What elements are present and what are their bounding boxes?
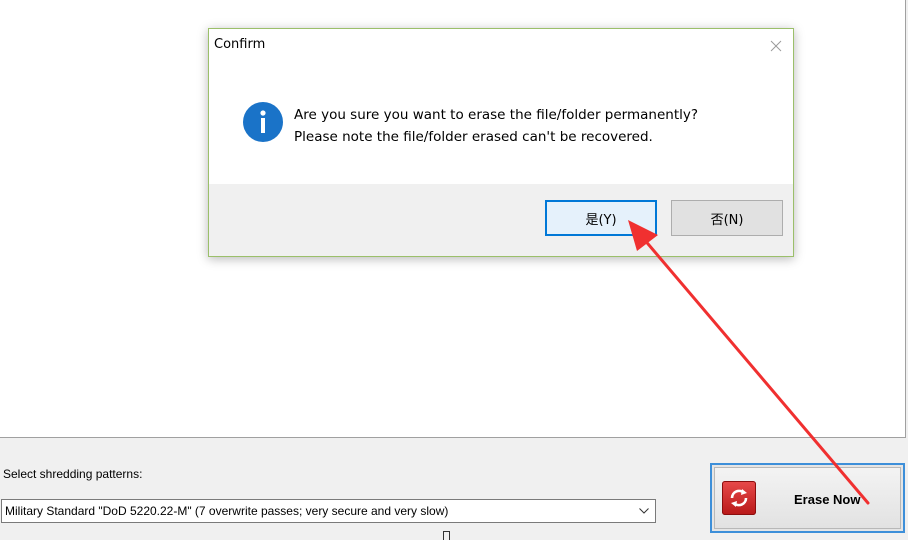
pattern-select[interactable]: Military Standard "DoD 5220.22-M" (7 ove…: [1, 499, 656, 523]
app-window: Select shredding patterns: Military Stan…: [0, 0, 908, 540]
info-icon: [243, 102, 283, 142]
pattern-select-value: Military Standard "DoD 5220.22-M" (7 ove…: [5, 504, 449, 518]
erase-now-label: Erase Now: [794, 492, 861, 507]
yes-button[interactable]: 是(Y): [545, 200, 657, 236]
pattern-label: Select shredding patterns:: [3, 467, 143, 481]
resize-handle[interactable]: [443, 531, 450, 540]
dialog-title: Confirm: [214, 37, 266, 52]
dialog-message: Are you sure you want to erase the file/…: [294, 104, 698, 148]
no-button[interactable]: 否(N): [671, 200, 783, 236]
confirm-dialog: Confirm Are you sure you want to erase t…: [208, 28, 794, 257]
erase-now-button[interactable]: Erase Now: [710, 463, 905, 533]
shred-icon: [722, 481, 756, 515]
dialog-message-line-1: Are you sure you want to erase the file/…: [294, 107, 699, 123]
chevron-down-icon[interactable]: [633, 500, 655, 522]
dialog-footer: 是(Y) 否(N): [209, 184, 793, 256]
dialog-message-line-2: Please note the file/folder erased can't…: [294, 129, 653, 145]
close-icon[interactable]: [765, 35, 787, 57]
